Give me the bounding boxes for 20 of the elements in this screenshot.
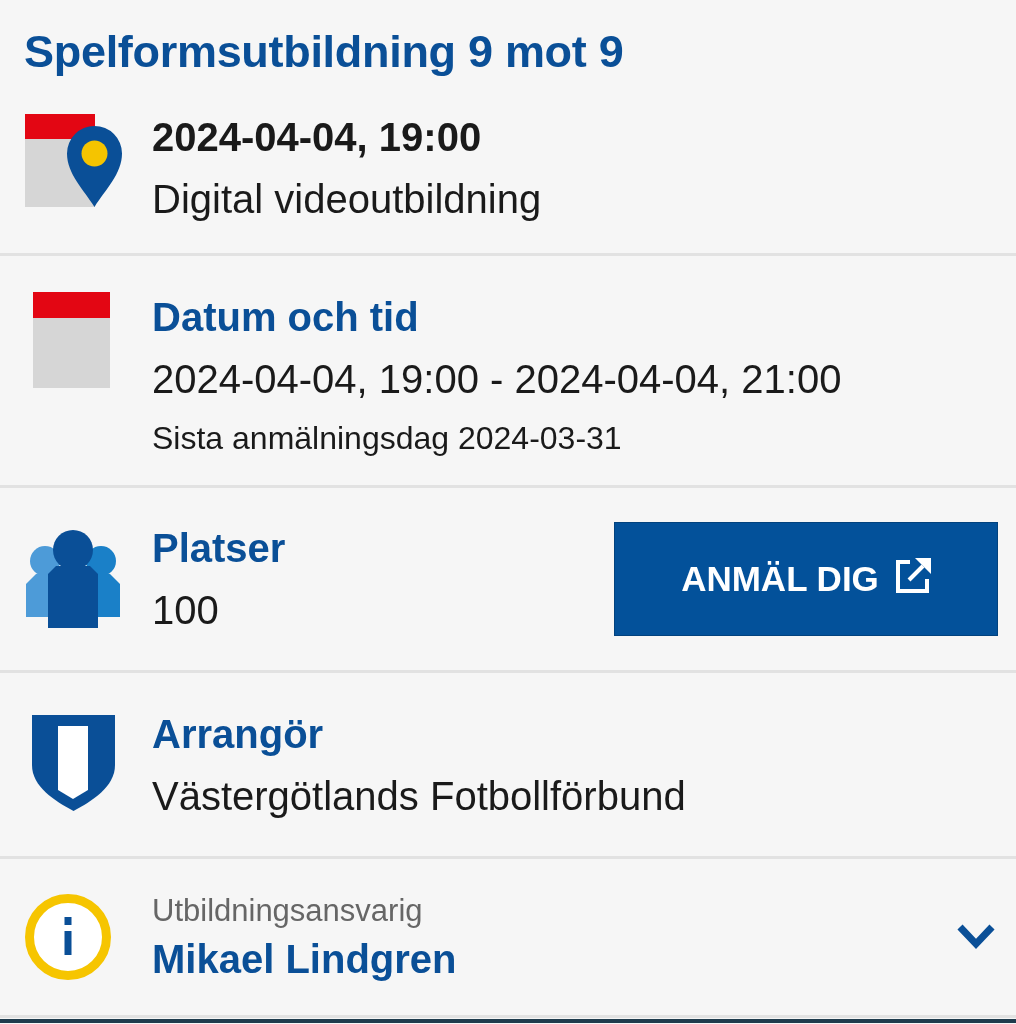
registration-deadline: Sista anmälningsdag 2024-03-31 xyxy=(152,419,622,458)
contact-name: Mikael Lindgren xyxy=(152,936,457,983)
section-heading: Arrangör xyxy=(152,711,324,758)
people-icon xyxy=(26,530,120,628)
external-link-icon xyxy=(894,558,931,594)
contact-role: Utbildningsansvarig xyxy=(152,892,423,930)
shield-icon xyxy=(31,715,115,811)
calendar-icon xyxy=(33,292,110,388)
event-location: Digital videoutbildning xyxy=(152,176,542,223)
calendar-pin-icon xyxy=(24,112,122,207)
chevron-icon[interactable] xyxy=(957,924,995,950)
organizer-name: Västergötlands Fotbollförbund xyxy=(152,773,686,820)
info-icon xyxy=(24,894,111,980)
section-heading: Datum och tid xyxy=(152,294,419,341)
page-title: Spelformsutbildning 9 mot 9 xyxy=(23,25,625,79)
seat-count: 100 xyxy=(152,587,219,634)
date-range: 2024-04-04, 19:00 - 2024-04-04, 21:00 xyxy=(152,356,842,403)
event-start-time: 2024-04-04, 19:00 xyxy=(152,114,482,161)
register-button[interactable]: ANMÄL DIG xyxy=(614,522,998,636)
section-heading: Platser xyxy=(152,525,286,572)
